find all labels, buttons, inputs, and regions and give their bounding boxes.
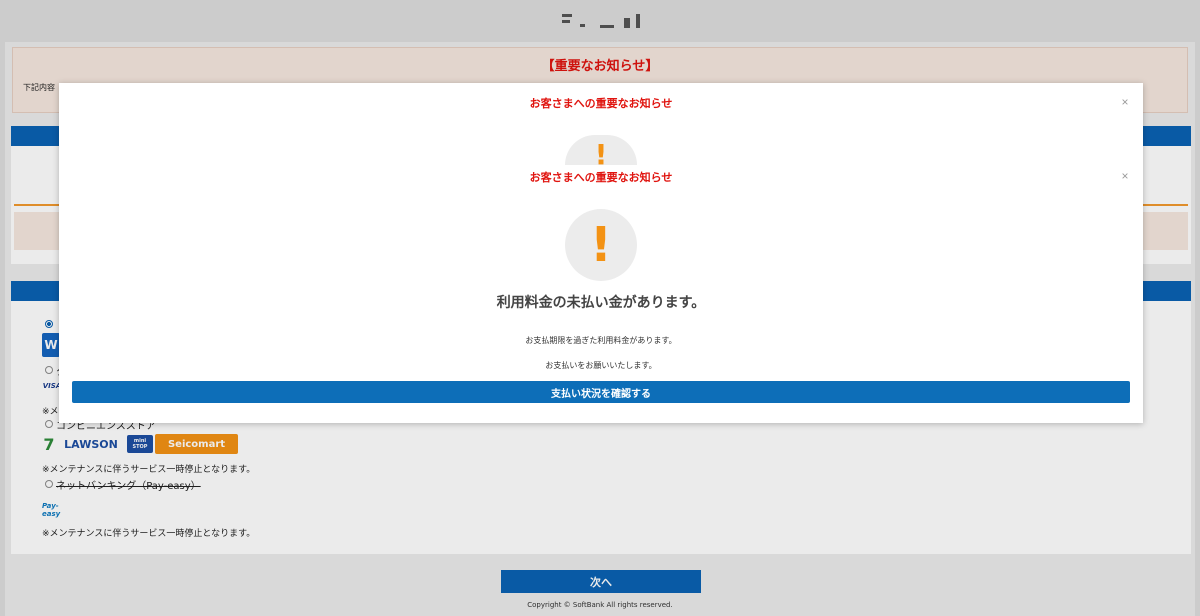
close-icon-back[interactable]: × xyxy=(1119,96,1131,108)
important-notice-modal: お客さまへの重要なお知らせ × ! お客さまへの重要なお知らせ × ! 利用料金… xyxy=(59,83,1143,423)
modal-message-line-1: お支払期限を過ぎた利用料金があります。 xyxy=(525,336,677,345)
close-icon[interactable]: × xyxy=(1119,170,1131,182)
confirm-payment-status-button[interactable]: 支払い状況を確認する xyxy=(72,381,1130,403)
modal-title-back: お客さまへの重要なお知らせ xyxy=(529,97,673,110)
modal-title: お客さまへの重要なお知らせ xyxy=(529,171,673,184)
alert-icon: ! xyxy=(565,209,637,281)
alert-icon-back: ! xyxy=(565,135,637,165)
modal-heading: 利用料金の未払い金があります。 xyxy=(496,295,706,311)
modal-message-line-2: お支払いをお願いいたします。 xyxy=(545,361,657,370)
